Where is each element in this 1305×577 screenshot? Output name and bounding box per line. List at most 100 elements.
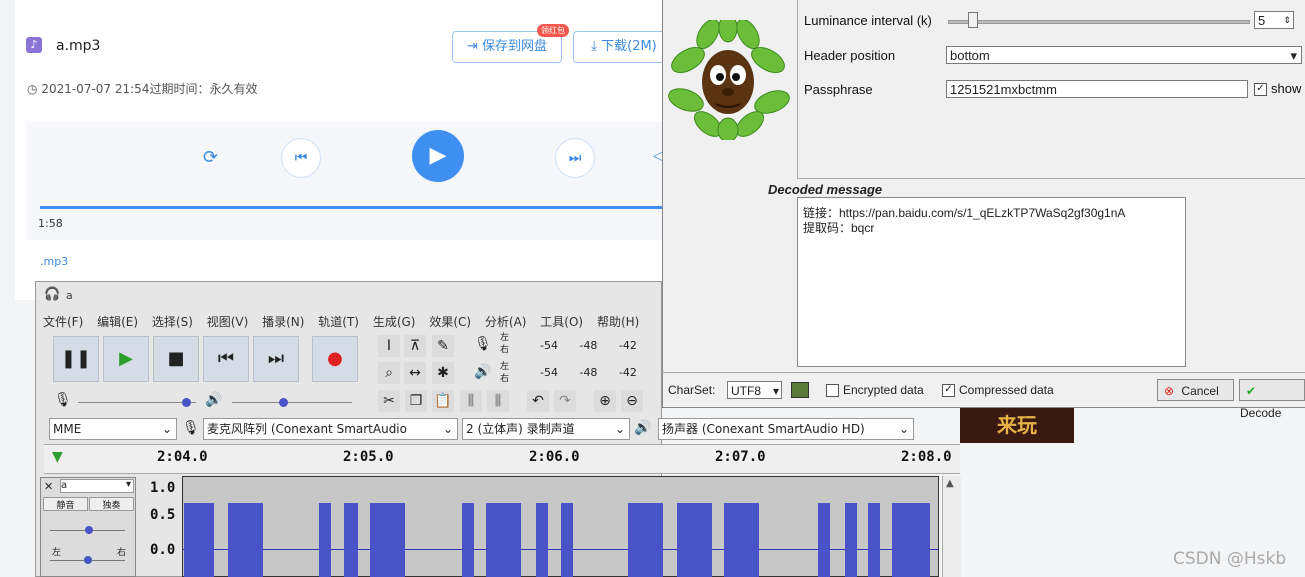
audacity-title: a: [66, 289, 73, 302]
skip-start-button[interactable]: ⏮: [203, 336, 249, 382]
cut-icon[interactable]: ✂: [378, 390, 400, 412]
scroll-up-icon[interactable]: ▲: [946, 478, 954, 489]
gain-slider-thumb[interactable]: [85, 526, 93, 534]
copy-icon[interactable]: ❐: [405, 390, 427, 412]
download-button[interactable]: ⤓ 下载(2M): [573, 31, 675, 63]
compressed-data-label: Compressed data: [959, 383, 1054, 397]
record-meter-ticks[interactable]: -54 -48 -42: [540, 339, 637, 352]
chevron-down-icon: ▾: [125, 479, 131, 490]
luminance-slider-thumb[interactable]: [968, 12, 978, 28]
menu-help[interactable]: 帮助(H): [597, 315, 639, 329]
envelope-tool-icon[interactable]: ⊼: [404, 335, 426, 357]
menu-analyze[interactable]: 分析(A): [485, 315, 527, 329]
mic-meter-icon[interactable]: 🎙: [474, 336, 492, 352]
menu-file[interactable]: 文件(F): [43, 315, 83, 329]
stop-button[interactable]: ■: [153, 336, 199, 382]
play-head-icon[interactable]: ▼: [52, 449, 63, 465]
zoom-out-icon[interactable]: ⊖: [621, 390, 643, 412]
audio-clip-segment: [724, 503, 759, 577]
close-track-icon[interactable]: ✕: [44, 480, 53, 493]
track-name-menu[interactable]: a ▾: [60, 479, 134, 493]
play-meter-ticks[interactable]: -54 -48 -42: [540, 366, 637, 379]
menu-effect[interactable]: 效果(C): [429, 315, 471, 329]
charset-select[interactable]: UTF8 ▾: [727, 381, 782, 399]
previous-track-button[interactable]: ⏮: [281, 138, 321, 178]
audio-clip-segment: [228, 503, 263, 577]
game-banner[interactable]: 来玩: [960, 407, 1074, 443]
menu-edit[interactable]: 编辑(E): [97, 315, 138, 329]
undo-icon[interactable]: ↶: [527, 390, 549, 412]
skip-end-button[interactable]: ⏭: [253, 336, 299, 382]
speaker-meter-icon[interactable]: 🔊: [474, 364, 491, 380]
amplitude-label: 0.0: [150, 542, 176, 558]
play-button[interactable]: ▶: [412, 130, 464, 182]
silence-icon[interactable]: ⫼: [487, 390, 509, 412]
selection-tool-icon[interactable]: I: [378, 335, 400, 357]
recording-device-select[interactable]: 麦克风阵列 (Conexant SmartAudio ⌄: [203, 418, 458, 440]
timeshift-tool-icon[interactable]: ↔: [404, 362, 426, 384]
multi-tool-icon[interactable]: ✱: [432, 362, 454, 384]
solo-button[interactable]: 独奏: [89, 497, 134, 511]
channels-select[interactable]: 2 (立体声) 录制声道 ⌄: [462, 418, 630, 440]
download-icon: ⤓: [591, 39, 597, 54]
file-link[interactable]: .mp3: [40, 255, 68, 268]
record-button[interactable]: ●: [312, 336, 358, 382]
decoded-line-code[interactable]: 提取码：bqcr: [803, 219, 874, 236]
audio-clip-segment: [818, 503, 830, 577]
next-track-button[interactable]: ⏭: [555, 138, 595, 178]
spinner-arrows-icon[interactable]: ⇕: [1283, 11, 1291, 29]
cancel-button[interactable]: ⊗ Cancel: [1157, 379, 1234, 401]
book-icon[interactable]: [791, 382, 809, 398]
luminance-slider[interactable]: [948, 20, 1250, 24]
menu-tracks[interactable]: 轨道(T): [318, 315, 359, 329]
cancel-icon: ⊗: [1164, 384, 1175, 398]
red-envelope-badge[interactable]: 领红包: [537, 24, 569, 37]
passphrase-input[interactable]: 1251521mxbctmm: [946, 80, 1248, 98]
menu-tools[interactable]: 工具(O): [540, 315, 583, 329]
show-passphrase-checkbox[interactable]: ✓: [1254, 83, 1267, 96]
zoom-in-icon[interactable]: ⊕: [594, 390, 616, 412]
chevron-down-icon: ⌄: [161, 422, 172, 436]
mic-device-icon: 🎙: [182, 420, 200, 436]
pan-right-label: 右: [117, 548, 127, 558]
draw-tool-icon[interactable]: ✎: [432, 335, 454, 357]
header-position-select[interactable]: bottom ▾: [946, 46, 1302, 64]
menu-view[interactable]: 视图(V): [207, 315, 249, 329]
playback-device-select[interactable]: 扬声器 (Conexant SmartAudio HD) ⌄: [658, 418, 914, 440]
trim-icon[interactable]: ⫼: [460, 390, 482, 412]
loop-icon[interactable]: ⟳: [203, 147, 218, 168]
recording-volume-thumb[interactable]: [182, 398, 191, 407]
vertical-scrollbar[interactable]: [942, 476, 961, 577]
play-button-audacity[interactable]: ▶: [103, 336, 149, 382]
save-icon: ⇥: [466, 39, 478, 54]
audio-clip-segment: [677, 503, 712, 577]
audio-clip-segment: [319, 503, 331, 577]
luminance-spinner[interactable]: 5 ⇕: [1254, 11, 1294, 29]
audio-clip-segment: [845, 503, 857, 577]
zoom-tool-icon[interactable]: ⌕: [378, 362, 400, 384]
decoded-message-title: Decoded message: [768, 182, 883, 197]
audio-host-select[interactable]: MME ⌄: [49, 418, 177, 440]
menu-generate[interactable]: 生成(G): [373, 315, 416, 329]
pause-button[interactable]: ❚❚: [53, 336, 99, 382]
pan-slider-thumb[interactable]: [84, 556, 92, 564]
menu-transport[interactable]: 播录(N): [262, 315, 304, 329]
playback-volume-thumb[interactable]: [279, 398, 288, 407]
status-divider: [662, 372, 1305, 373]
chevron-down-icon: ▾: [1290, 48, 1297, 63]
menu-select[interactable]: 选择(S): [152, 315, 193, 329]
recording-volume-slider[interactable]: [78, 402, 196, 403]
chevron-down-icon: ⌄: [614, 422, 625, 436]
compressed-data-checkbox[interactable]: ✓: [942, 384, 955, 397]
watermark: CSDN @Hskb: [1173, 549, 1287, 569]
playback-volume-slider[interactable]: [232, 402, 352, 403]
progress-bar[interactable]: [40, 206, 665, 209]
audio-clip-segment: [486, 503, 521, 577]
redo-icon[interactable]: ↷: [554, 390, 576, 412]
pan-left-label: 左: [52, 548, 62, 558]
paste-icon[interactable]: 📋: [432, 390, 454, 412]
encrypted-data-checkbox[interactable]: [826, 384, 839, 397]
expiry-info: ◷ 2021-07-07 21:54过期时间：永久有效: [27, 82, 258, 96]
mute-button[interactable]: 静音: [43, 497, 88, 511]
decode-button[interactable]: ✔ Decode: [1239, 379, 1305, 420]
